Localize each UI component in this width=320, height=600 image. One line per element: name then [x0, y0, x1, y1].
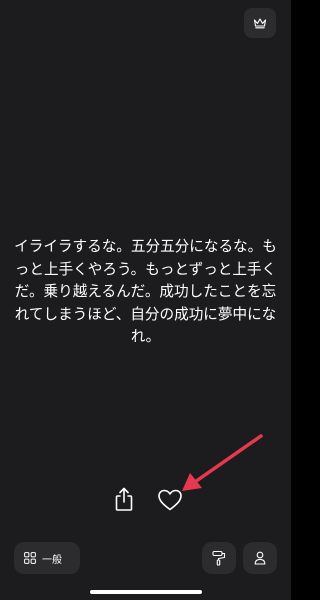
- category-button[interactable]: 一般: [14, 542, 80, 574]
- home-indicator[interactable]: [90, 590, 202, 594]
- profile-button[interactable]: [243, 542, 277, 574]
- share-button[interactable]: [109, 483, 139, 515]
- crown-icon: [253, 18, 267, 29]
- grid-icon: [24, 552, 36, 564]
- category-label: 一般: [42, 554, 62, 566]
- share-icon: [115, 487, 133, 511]
- quote-screen: イライラするな。五分五分になるな。もっと上手くやろう。もっとずっと上手くだ。乗り…: [0, 0, 291, 600]
- person-icon: [254, 551, 266, 565]
- annotation-arrow: [182, 434, 263, 491]
- premium-button[interactable]: [244, 8, 276, 38]
- themes-button[interactable]: [202, 542, 236, 574]
- paint-roller-icon: [212, 550, 226, 566]
- quote-text: イライラするな。五分五分になるな。もっと上手くやろう。もっとずっと上手くだ。乗り…: [14, 238, 277, 345]
